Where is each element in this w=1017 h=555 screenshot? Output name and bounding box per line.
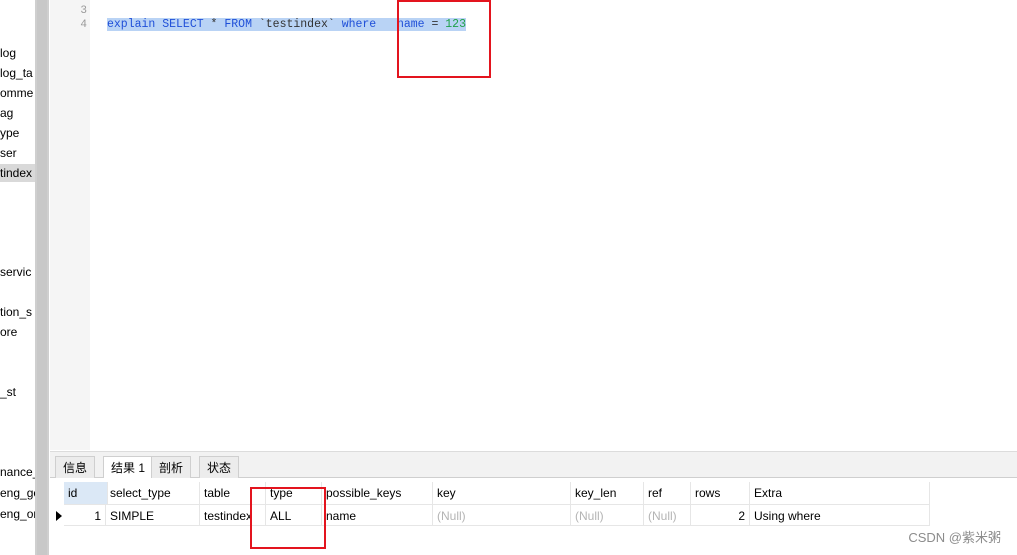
cell-ref[interactable]: (Null) [644, 504, 691, 526]
sidebar-scrollbar-thumb[interactable] [37, 0, 47, 555]
watermark: CSDN @紫米粥 [908, 530, 1001, 545]
tree-item-tion-s[interactable]: tion_s [0, 303, 35, 321]
sql-editor[interactable]: 3 4 explain SELECT * FROM `testindex` wh… [50, 0, 1017, 450]
keyword-from: FROM [224, 18, 252, 31]
tree-item-blog-tag[interactable]: log_ta [0, 64, 35, 82]
cell-possible-keys[interactable]: name [322, 504, 433, 526]
line-number: 4 [80, 19, 87, 31]
cell-key-len[interactable]: (Null) [571, 504, 644, 526]
annotation-box-query [397, 0, 491, 78]
tree-item-comment[interactable]: omme [0, 84, 35, 102]
keyword-explain: explain [107, 18, 156, 31]
tree-item-service[interactable]: servic [0, 263, 35, 281]
star-token: * [210, 18, 218, 31]
column-header-id[interactable]: id [64, 482, 108, 504]
tab-status[interactable]: 状态 [199, 456, 240, 478]
line-number: 3 [80, 5, 87, 17]
column-header-key-len[interactable]: key_len [571, 482, 644, 504]
result-grid: id select_type table type possible_keys … [50, 478, 1017, 555]
keyword-select: SELECT [162, 18, 204, 31]
current-row-arrow-icon [56, 511, 62, 521]
column-header-extra[interactable]: Extra [750, 482, 930, 504]
column-header-key[interactable]: key [433, 482, 571, 504]
tree-item-eng-gc[interactable]: eng_gc [0, 484, 35, 502]
annotation-box-type [250, 487, 326, 549]
cell-extra[interactable]: Using where [750, 504, 930, 526]
line-number-gutter: 3 4 [50, 0, 90, 450]
cell-select-type[interactable]: SIMPLE [106, 504, 200, 526]
tree-item-user[interactable]: ser [0, 144, 35, 162]
tree-item-tag[interactable]: ag [0, 104, 35, 122]
table-name-token: `testindex` [258, 18, 335, 31]
cell-rows[interactable]: 2 [691, 504, 750, 526]
tab-profile[interactable]: 剖析 [151, 456, 192, 478]
column-header-select-type[interactable]: select_type [106, 482, 200, 504]
tree-item-st[interactable]: _st [0, 383, 35, 401]
tree-item-nance[interactable]: nance_ [0, 463, 35, 481]
tree-item-type[interactable]: ype [0, 124, 35, 142]
cell-id[interactable]: 1 [64, 504, 106, 526]
keyword-where: where [341, 18, 377, 31]
result-tabs: 信息 结果 1 剖析 状态 [50, 451, 1017, 479]
column-header-possible-keys[interactable]: possible_keys [322, 482, 433, 504]
column-header-ref[interactable]: ref [644, 482, 691, 504]
tree-item-testindex[interactable]: tindex [0, 164, 35, 182]
tree-item-ore[interactable]: ore [0, 323, 35, 341]
object-tree: log log_ta omme ag ype ser tindex servic… [0, 0, 35, 555]
tab-info[interactable]: 信息 [55, 456, 96, 478]
cell-key[interactable]: (Null) [433, 504, 571, 526]
tree-item-eng-or[interactable]: eng_or [0, 505, 35, 523]
sidebar-scrollbar[interactable] [35, 0, 49, 555]
column-header-rows[interactable]: rows [691, 482, 750, 504]
tree-item-blog[interactable]: log [0, 44, 35, 62]
tab-result-1[interactable]: 结果 1 [103, 456, 154, 479]
